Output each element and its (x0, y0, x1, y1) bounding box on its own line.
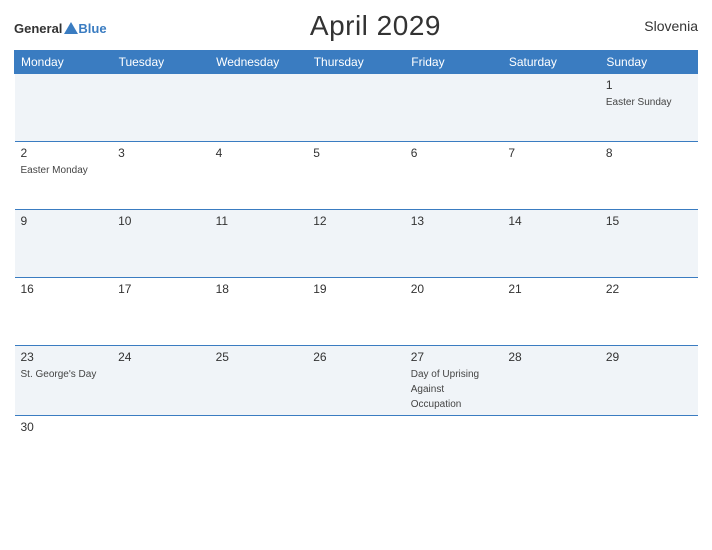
weekday-thursday: Thursday (307, 51, 405, 74)
calendar-cell: 21 (502, 278, 600, 346)
calendar-row: 2 Easter Monday 345678 (15, 142, 698, 210)
calendar-page: General Blue April 2029 Slovenia Monday … (0, 0, 712, 550)
day-number: 11 (216, 214, 302, 228)
logo-general-text: General (14, 22, 62, 35)
day-number: 27 (411, 350, 497, 364)
day-number: 10 (118, 214, 204, 228)
day-number: 5 (313, 146, 399, 160)
calendar-cell (307, 74, 405, 142)
logo: General Blue (14, 17, 107, 35)
calendar-cell: 27 Day of UprisingAgainst Occupation (405, 346, 503, 416)
weekday-header-row: Monday Tuesday Wednesday Thursday Friday… (15, 51, 698, 74)
calendar-cell (600, 416, 698, 484)
day-number: 19 (313, 282, 399, 296)
day-number: 21 (508, 282, 594, 296)
day-number: 17 (118, 282, 204, 296)
calendar-cell: 24 (112, 346, 210, 416)
calendar-cell: 10 (112, 210, 210, 278)
calendar-cell: 16 (15, 278, 113, 346)
calendar-cell: 28 (502, 346, 600, 416)
day-number: 20 (411, 282, 497, 296)
day-number: 23 (21, 350, 107, 364)
day-number: 13 (411, 214, 497, 228)
calendar-cell (307, 416, 405, 484)
calendar-row: 1 Easter Sunday (15, 74, 698, 142)
calendar-cell (502, 416, 600, 484)
weekday-sunday: Sunday (600, 51, 698, 74)
calendar-cell: 17 (112, 278, 210, 346)
weekday-tuesday: Tuesday (112, 51, 210, 74)
calendar-cell: 26 (307, 346, 405, 416)
weekday-friday: Friday (405, 51, 503, 74)
calendar-cell: 4 (210, 142, 308, 210)
day-number: 2 (21, 146, 107, 160)
calendar-cell: 14 (502, 210, 600, 278)
calendar-cell: 25 (210, 346, 308, 416)
logo-triangle-icon (64, 22, 78, 34)
calendar-row: 16 17 18 19 20 21 22 (15, 278, 698, 346)
day-number: 16 (21, 282, 107, 296)
weekday-monday: Monday (15, 51, 113, 74)
calendar-cell: 20 (405, 278, 503, 346)
day-number: 22 (606, 282, 692, 296)
calendar-cell (502, 74, 600, 142)
calendar-row: 30 (15, 416, 698, 484)
calendar-cell: 6 (405, 142, 503, 210)
day-number: 6 (411, 146, 497, 160)
calendar-row: 9 10 11 12 13 14 15 (15, 210, 698, 278)
calendar-cell: 3 (112, 142, 210, 210)
day-number: 26 (313, 350, 399, 364)
calendar-cell: 13 (405, 210, 503, 278)
calendar-cell (210, 416, 308, 484)
day-number: 25 (216, 350, 302, 364)
calendar-cell: 8 (600, 142, 698, 210)
calendar-cell: 7 (502, 142, 600, 210)
day-number: 30 (21, 420, 107, 434)
day-number: 3 (118, 146, 204, 160)
calendar-cell: 15 (600, 210, 698, 278)
calendar-cell: 19 (307, 278, 405, 346)
day-event: St. George's Day (21, 369, 97, 380)
calendar-table: Monday Tuesday Wednesday Thursday Friday… (14, 50, 698, 484)
calendar-cell: 1 Easter Sunday (600, 74, 698, 142)
calendar-cell: 22 (600, 278, 698, 346)
day-number: 7 (508, 146, 594, 160)
calendar-cell: 12 (307, 210, 405, 278)
day-number: 24 (118, 350, 204, 364)
calendar-cell (210, 74, 308, 142)
day-number: 18 (216, 282, 302, 296)
calendar-cell (405, 416, 503, 484)
day-number: 1 (606, 78, 692, 92)
calendar-cell: 30 (15, 416, 113, 484)
day-number: 8 (606, 146, 692, 160)
day-number: 28 (508, 350, 594, 364)
day-number: 4 (216, 146, 302, 160)
day-event: Day of UprisingAgainst Occupation (411, 369, 479, 410)
calendar-cell (15, 74, 113, 142)
calendar-cell: 11 (210, 210, 308, 278)
day-number: 14 (508, 214, 594, 228)
day-number: 12 (313, 214, 399, 228)
calendar-cell: 9 (15, 210, 113, 278)
calendar-row: 23 St. George's Day 24 25 26 27 Day of Uprisin… (15, 346, 698, 416)
page-title: April 2029 (310, 10, 441, 42)
day-number: 15 (606, 214, 692, 228)
weekday-saturday: Saturday (502, 51, 600, 74)
calendar-cell (112, 416, 210, 484)
day-number: 29 (606, 350, 692, 364)
calendar-cell (405, 74, 503, 142)
logo-blue-text: Blue (78, 22, 106, 35)
calendar-cell: 5 (307, 142, 405, 210)
calendar-cell: 29 (600, 346, 698, 416)
weekday-wednesday: Wednesday (210, 51, 308, 74)
day-number: 9 (21, 214, 107, 228)
calendar-cell: 2 Easter Monday (15, 142, 113, 210)
calendar-cell: 18 (210, 278, 308, 346)
day-event: Easter Monday (21, 165, 88, 176)
country-label: Slovenia (644, 18, 698, 34)
header: General Blue April 2029 Slovenia (14, 10, 698, 42)
day-event: Easter Sunday (606, 97, 672, 108)
calendar-cell: 23 St. George's Day (15, 346, 113, 416)
calendar-cell (112, 74, 210, 142)
